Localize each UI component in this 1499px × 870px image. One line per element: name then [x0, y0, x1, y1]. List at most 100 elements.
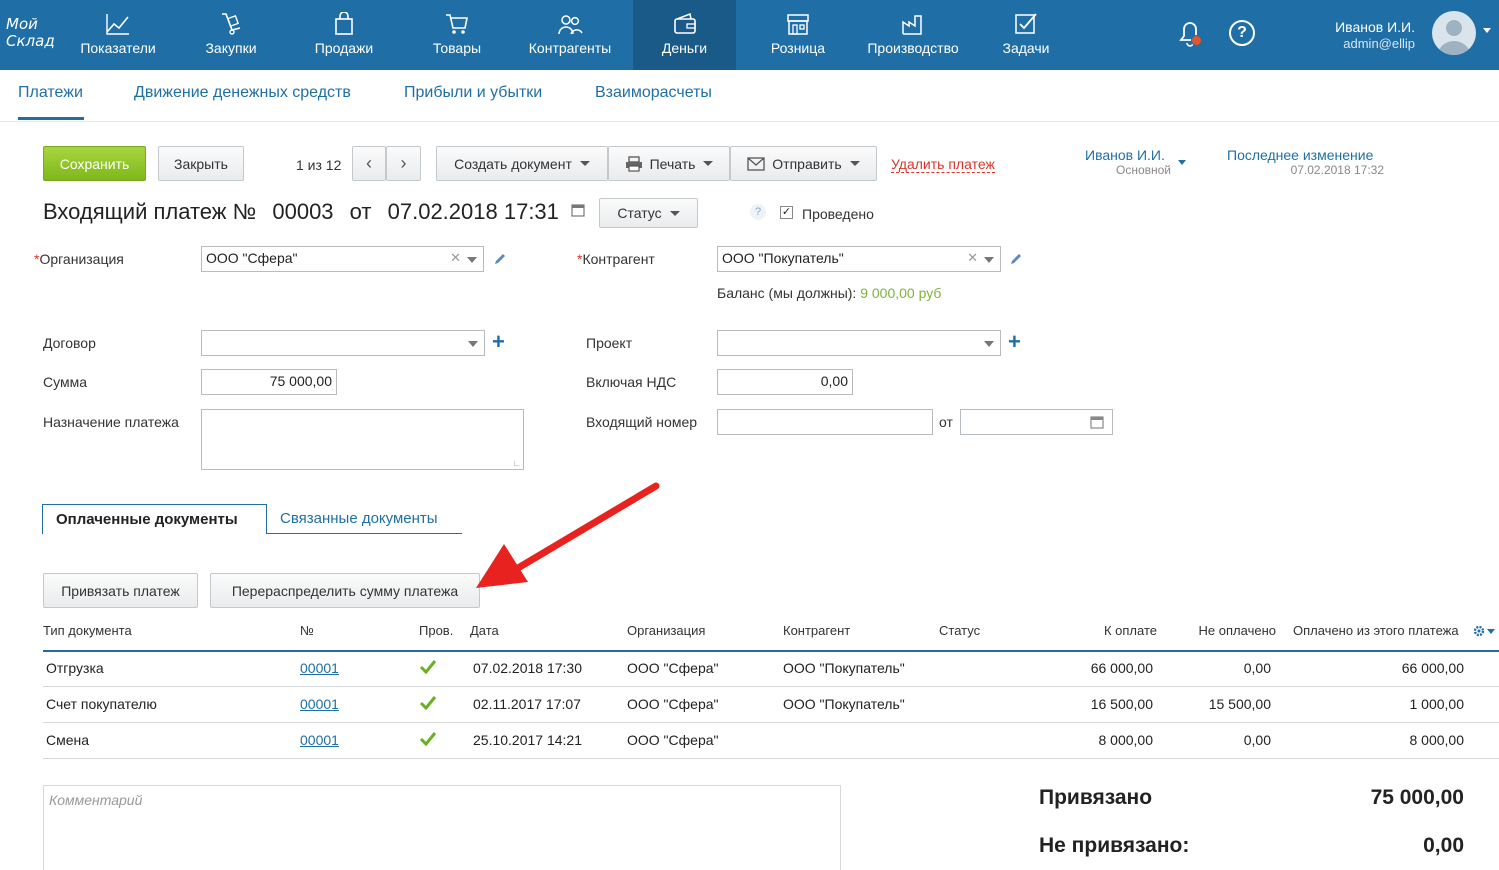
edit-pencil-icon[interactable] — [493, 252, 507, 266]
user-name[interactable]: Иванов И.И. — [1300, 19, 1415, 35]
avatar[interactable] — [1432, 11, 1476, 55]
close-button[interactable]: Закрыть — [158, 146, 244, 181]
factory-icon — [902, 15, 922, 35]
chevron-left-icon: ‹ — [366, 153, 372, 173]
save-button[interactable]: Сохранить — [43, 146, 146, 181]
send-button[interactable]: Отправить — [730, 146, 877, 181]
document-number[interactable]: 00003 — [272, 199, 333, 224]
delete-payment-link[interactable]: Удалить платеж — [891, 156, 995, 173]
print-button[interactable]: Печать — [608, 146, 730, 181]
nav-item-kontragenty[interactable]: Контрагенты — [524, 0, 616, 70]
column-settings-chevron-down-icon[interactable] — [1487, 629, 1495, 634]
column-settings-gear-icon[interactable] — [1473, 625, 1485, 637]
create-document-button[interactable]: Создать документ — [436, 146, 608, 181]
user-menu-chevron-down-icon[interactable] — [1483, 28, 1491, 33]
last-change-value: 07.02.2018 17:32 — [1290, 163, 1384, 177]
document-link[interactable]: 00001 — [300, 696, 339, 712]
nav-item-zakupki[interactable]: Закупки — [200, 0, 262, 70]
comment-textarea[interactable]: Комментарий — [43, 785, 841, 870]
notification-badge — [1191, 35, 1202, 46]
nav-item-pokazateli[interactable]: Показатели — [78, 0, 158, 70]
add-contract-button[interactable]: + — [492, 331, 505, 353]
incoming-number-input[interactable] — [717, 409, 933, 435]
col-posted[interactable]: Пров. — [419, 623, 453, 638]
printer-icon — [625, 155, 642, 172]
help-hint-icon[interactable]: ? — [750, 204, 766, 220]
tab-cash-flow[interactable]: Движение денежных средств — [134, 84, 351, 102]
chart-icon — [106, 14, 129, 35]
col-number[interactable]: № — [300, 623, 314, 638]
next-record-button[interactable]: › — [386, 146, 421, 181]
chevron-down-icon[interactable] — [984, 341, 994, 347]
table-row[interactable]: Отгрузка 00001 07.02.2018 17:30 ООО "Сфе… — [43, 651, 1499, 687]
document-link[interactable]: 00001 — [300, 660, 339, 676]
chevron-down-icon[interactable] — [984, 257, 994, 263]
owner-link[interactable]: Иванов И.И. — [1085, 147, 1165, 163]
vat-input[interactable]: 0,00 — [717, 369, 853, 395]
tab-paid-documents[interactable]: Оплаченные документы — [42, 504, 267, 534]
contractor-select[interactable]: ООО "Покупатель" ✕ — [717, 246, 1001, 272]
add-project-button[interactable]: + — [1008, 331, 1021, 353]
nav-item-prodazhi[interactable]: Продажи — [310, 0, 378, 70]
checkmark-icon — [419, 696, 437, 711]
clear-icon[interactable]: ✕ — [967, 250, 978, 266]
tab-profit-loss[interactable]: Прибыли и убытки — [404, 84, 542, 102]
redistribute-sum-button[interactable]: Перераспределить сумму платежа — [210, 573, 480, 608]
top-navigation-bar: Мой Склад Показатели Закупки Продажи Тов… — [0, 0, 1499, 70]
subtabs-bar: Платежи Движение денежных средств Прибыл… — [0, 70, 1499, 122]
bind-payment-button[interactable]: Привязать платеж — [43, 573, 198, 608]
prev-record-button[interactable]: ‹ — [352, 146, 386, 181]
document-date[interactable]: 07.02.2018 17:31 — [388, 199, 559, 224]
chevron-down-icon[interactable] — [468, 341, 478, 347]
contractor-label: *Контрагент — [577, 251, 655, 267]
purpose-textarea[interactable]: ∟ — [201, 409, 524, 470]
task-check-icon — [1015, 13, 1037, 34]
contract-select[interactable] — [201, 330, 485, 356]
help-icon[interactable]: ? — [1229, 20, 1255, 46]
owner-chevron-down-icon[interactable] — [1178, 160, 1186, 165]
calendar-icon[interactable] — [1090, 415, 1104, 429]
sum-input[interactable]: 75 000,00 — [201, 369, 337, 395]
organization-select[interactable]: ООО "Сфера" ✕ — [201, 246, 484, 272]
chevron-down-icon[interactable] — [467, 257, 477, 263]
table-row[interactable]: Смена 00001 25.10.2017 14:21 ООО "Сфера"… — [43, 723, 1499, 759]
tab-platezhi[interactable]: Платежи — [18, 84, 83, 102]
posted-checkbox[interactable]: ✓ — [780, 206, 793, 219]
col-date[interactable]: Дата — [470, 623, 499, 638]
nav-item-tovary[interactable]: Товары — [428, 0, 486, 70]
balance-value: 9 000,00 руб — [860, 285, 942, 301]
notifications-bell-icon[interactable] — [1176, 18, 1204, 48]
tab-linked-documents[interactable]: Связанные документы — [267, 504, 451, 534]
col-contractor[interactable]: Контрагент — [783, 623, 850, 638]
nav-item-proizvodstvo[interactable]: Производство — [862, 0, 964, 70]
users-icon — [558, 15, 583, 35]
app-logo[interactable]: Мой Склад — [6, 16, 66, 50]
status-dropdown[interactable]: Статус — [599, 198, 698, 228]
nav-item-roznitsa[interactable]: Розница — [766, 0, 830, 70]
col-organization[interactable]: Организация — [627, 623, 705, 638]
tab-settlements[interactable]: Взаиморасчеты — [595, 84, 712, 102]
last-change-label: Последнее изменение — [1227, 147, 1374, 163]
col-status[interactable]: Статус — [939, 623, 980, 638]
checkmark-icon — [419, 732, 437, 747]
pager-text: 1 из 12 — [296, 157, 342, 173]
sum-label: Сумма — [43, 374, 87, 390]
edit-pencil-icon[interactable] — [1009, 252, 1023, 266]
calendar-icon[interactable] — [571, 203, 585, 217]
unbound-total-value: 0,00 — [1423, 834, 1464, 857]
nav-item-zadachi[interactable]: Задачи — [998, 0, 1054, 70]
wallet-icon — [673, 12, 696, 34]
col-to-pay[interactable]: К оплате — [1057, 623, 1157, 638]
col-paid-from-payment[interactable]: Оплачено из этого платежа — [1293, 623, 1459, 638]
clear-icon[interactable]: ✕ — [450, 250, 461, 266]
nav-item-dengi[interactable]: Деньги — [633, 0, 736, 70]
chevron-down-icon — [669, 210, 680, 216]
project-select[interactable] — [717, 330, 1001, 356]
resize-handle-icon[interactable]: ∟ — [512, 458, 521, 468]
posted-label: Проведено — [802, 206, 874, 222]
document-link[interactable]: 00001 — [300, 732, 339, 748]
incoming-date-input[interactable] — [960, 409, 1113, 435]
table-row[interactable]: Счет покупателю 00001 02.11.2017 17:07 О… — [43, 687, 1499, 723]
col-doc-type[interactable]: Тип документа — [43, 623, 132, 638]
col-unpaid[interactable]: Не оплачено — [1176, 623, 1276, 638]
